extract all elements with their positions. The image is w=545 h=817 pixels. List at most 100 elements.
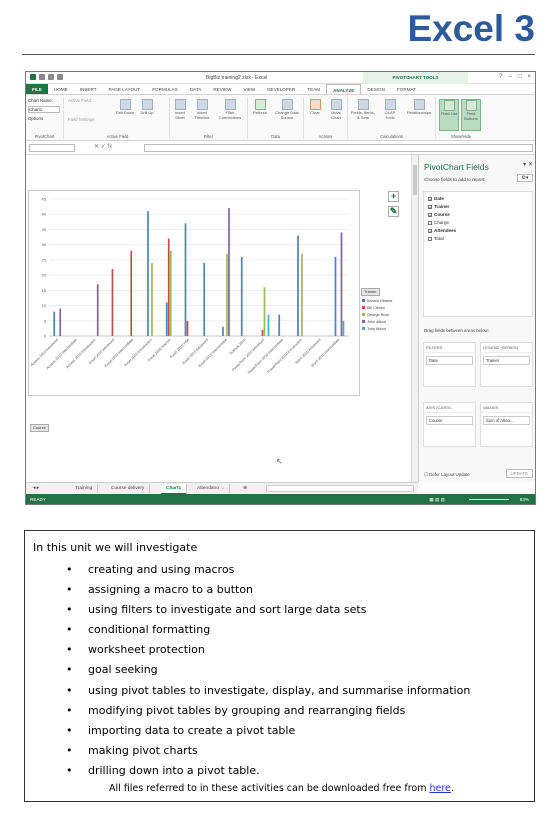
- course-axis-button[interactable]: Course: [30, 424, 49, 432]
- filter-connections-button[interactable]: Filter Connections: [216, 99, 244, 120]
- drill-up-button[interactable]: Drill Up: [137, 99, 157, 116]
- chart-elements-icon[interactable]: +: [388, 191, 399, 202]
- tab-analyze[interactable]: ANALYZE: [326, 84, 362, 94]
- insert-slicer-label: Insert Slicer: [174, 110, 185, 120]
- y-tick-label: 15: [42, 288, 47, 293]
- download-link[interactable]: here: [429, 783, 450, 794]
- insert-slicer-button[interactable]: Insert Slicer: [170, 99, 190, 120]
- refresh-button[interactable]: Refresh: [250, 99, 270, 116]
- tab-home[interactable]: HOME: [48, 84, 74, 94]
- minimize-icon[interactable]: –: [509, 74, 512, 80]
- filters-item[interactable]: Date: [426, 356, 473, 365]
- tab-review[interactable]: REVIEW: [207, 84, 237, 94]
- checkbox-attendees[interactable]: ✓: [428, 229, 432, 234]
- tab-design[interactable]: DESIGN: [361, 84, 391, 94]
- group-label-active-field: Active Field: [106, 134, 129, 139]
- undo-icon[interactable]: [48, 74, 54, 80]
- filters-area[interactable]: FILTERS Date: [423, 342, 476, 387]
- y-tick-label: 35: [42, 227, 47, 232]
- enter-icon[interactable]: ✓: [101, 144, 106, 150]
- fx-icon[interactable]: fx: [107, 144, 112, 150]
- options-button[interactable]: Options: [28, 116, 43, 121]
- field-charge[interactable]: Charge: [428, 219, 528, 227]
- close-icon[interactable]: ×: [527, 74, 531, 80]
- change-data-source-button[interactable]: Change Data Source: [273, 99, 301, 120]
- chart-name-input[interactable]: Chart1: [28, 106, 60, 113]
- field-trainer[interactable]: ✓ Trainer: [428, 203, 528, 211]
- relationships-button[interactable]: Relationships: [404, 99, 434, 116]
- legend-area[interactable]: LEGEND (SERIES) Trainer: [480, 342, 533, 387]
- tab-data[interactable]: DATA: [184, 84, 208, 94]
- clear-button[interactable]: Clear: [305, 99, 325, 116]
- sheet-tab-course-delivery[interactable]: Course delivery: [106, 484, 151, 493]
- gear-icon[interactable]: ⚙▾: [517, 174, 533, 182]
- field-settings-button[interactable]: Field Settings: [68, 117, 95, 122]
- tab-scroll-arrows[interactable]: ◂ ▸: [28, 484, 44, 493]
- name-box[interactable]: [29, 144, 75, 152]
- cancel-icon[interactable]: ✕: [94, 144, 99, 150]
- view-buttons[interactable]: ▦ ▤ ▥: [429, 494, 445, 504]
- horizontal-scrollbar[interactable]: [266, 485, 414, 492]
- field-label: Course: [434, 212, 450, 217]
- zoom-slider[interactable]: [469, 499, 509, 500]
- tab-formulas[interactable]: FORMULAS: [146, 84, 184, 94]
- pane-close-icon[interactable]: ▾ ✕: [523, 161, 533, 168]
- tab-insert[interactable]: INSERT: [74, 84, 103, 94]
- refresh-label: Refresh: [252, 110, 267, 115]
- checkbox-course[interactable]: ✓: [428, 213, 432, 218]
- tab-file[interactable]: FILE: [26, 84, 48, 94]
- add-sheet-icon[interactable]: ⊕: [238, 484, 252, 493]
- move-chart-button[interactable]: Move Chart: [326, 99, 346, 120]
- values-area[interactable]: VALUES Sum of Atten...: [480, 402, 533, 447]
- list-item: • worksheet protection: [66, 643, 205, 657]
- axis-area[interactable]: AXIS (CATEG... Course: [423, 402, 476, 447]
- tab-view[interactable]: VIEW: [237, 84, 261, 94]
- checkbox-total[interactable]: [428, 237, 432, 241]
- trainer-legend-button[interactable]: Trainer: [361, 288, 380, 296]
- bar: [297, 235, 299, 336]
- field-date[interactable]: ✓ Date: [428, 195, 528, 203]
- maximize-icon[interactable]: □: [518, 74, 522, 80]
- tab-format[interactable]: FORMAT: [391, 84, 422, 94]
- vertical-scrollbar[interactable]: [411, 155, 418, 482]
- sheet-tab-attendance[interactable]: Attendano ...: [192, 484, 231, 493]
- chart-styles-icon[interactable]: ✎: [388, 206, 399, 217]
- legend-entry: Tony Abbot: [362, 326, 392, 333]
- field-attendees[interactable]: ✓ Attendees: [428, 227, 528, 235]
- help-icon[interactable]: ?: [499, 74, 502, 80]
- checkbox-date[interactable]: ✓: [428, 197, 432, 202]
- tab-developer[interactable]: DEVELOPER: [261, 84, 301, 94]
- tab-team[interactable]: TEAM: [301, 84, 326, 94]
- save-icon[interactable]: [39, 74, 45, 80]
- field-list-button[interactable]: Field List: [439, 99, 459, 131]
- legend-entry: Bill Clinton: [362, 305, 392, 312]
- chart-name-label: Chart Name:: [28, 98, 53, 103]
- fields-items-sets-button[interactable]: Fields, Items, & Sets: [350, 99, 376, 120]
- redo-icon[interactable]: [57, 74, 63, 80]
- update-button[interactable]: UPDATE: [505, 469, 533, 478]
- defer-layout-checkbox[interactable]: ☐ Defer Layout Update: [424, 472, 470, 478]
- checkbox-charge[interactable]: [428, 221, 432, 225]
- filters-heading: FILTERS: [424, 343, 475, 353]
- values-item[interactable]: Sum of Atten...: [483, 416, 530, 425]
- y-tick-label: 0: [44, 334, 47, 339]
- formula-input[interactable]: [144, 144, 533, 152]
- sheet-tab-training[interactable]: Training: [70, 484, 99, 493]
- legend-entry: John Alford: [362, 319, 392, 326]
- checkbox-trainer[interactable]: ✓: [428, 205, 432, 210]
- tab-page-layout[interactable]: PAGE LAYOUT: [103, 84, 147, 94]
- field-course[interactable]: ✓ Course: [428, 211, 528, 219]
- bar: [226, 253, 228, 336]
- field-list-label: Field List: [440, 111, 457, 116]
- axis-item[interactable]: Course: [426, 416, 473, 425]
- group-label-data: Data: [271, 134, 280, 139]
- field-buttons-button[interactable]: Field Buttons: [461, 99, 481, 131]
- olap-tools-label: OLAP Tools: [384, 110, 396, 120]
- status-bar: READY ▦ ▤ ▥ 83%: [26, 494, 535, 504]
- olap-tools-button[interactable]: OLAP Tools: [380, 99, 400, 120]
- drill-down-button[interactable]: Drill Down: [115, 99, 135, 116]
- insert-timeline-button[interactable]: Insert Timeline: [192, 99, 212, 120]
- legend-item[interactable]: Trainer: [483, 356, 530, 365]
- field-total[interactable]: Total: [428, 235, 528, 243]
- pivot-chart[interactable]: 0 5 10 15 20 25 30 35 40 45 Access 2010 Advanced Ac…: [28, 190, 360, 396]
